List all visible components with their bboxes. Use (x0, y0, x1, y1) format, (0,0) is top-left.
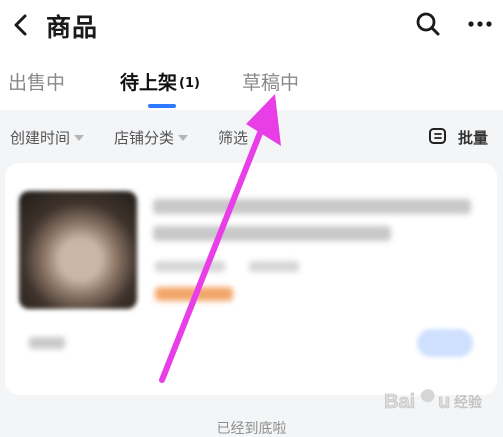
page-title: 商品 (46, 13, 99, 42)
batch-edit-icon[interactable] (428, 126, 448, 146)
top-bar: 商品 (0, 0, 503, 56)
svg-text:Bai: Bai (384, 391, 415, 413)
tab-on-sale[interactable]: 出售中 (8, 68, 65, 95)
status-tabs: 出售中 待上架 (1) 草稿中 (0, 56, 503, 110)
batch-button[interactable]: 批量 (458, 127, 488, 148)
blurred-footer-text (29, 337, 65, 349)
filter-label: 创建时间 (10, 129, 71, 147)
caret-down-icon (178, 135, 189, 141)
product-thumbnail[interactable] (19, 191, 137, 309)
filter-label: 筛选 (218, 129, 249, 147)
tab-drafts[interactable]: 草稿中 (242, 68, 299, 95)
tab-label: 草稿中 (242, 72, 300, 94)
active-tab-indicator (148, 104, 176, 108)
blurred-meta (249, 261, 299, 272)
product-card[interactable] (5, 163, 497, 395)
blurred-meta (155, 261, 225, 272)
tab-pending-listing[interactable]: 待上架 (1) (120, 68, 200, 95)
svg-text:经验: 经验 (454, 395, 482, 411)
svg-text:u: u (438, 391, 450, 413)
filter-button[interactable]: 筛选 (218, 127, 248, 148)
search-icon[interactable] (414, 10, 442, 38)
blurred-title-line (153, 226, 391, 241)
end-of-list-text: 已经到底啦 (216, 421, 287, 437)
blurred-price (155, 287, 233, 301)
filter-label: 店铺分类 (114, 129, 175, 147)
baidu-watermark-logo: Bai u 经验 (384, 389, 482, 413)
tab-count-badge: (1) (179, 76, 200, 91)
filter-store-category[interactable]: 店铺分类 (114, 127, 189, 148)
more-dots-icon[interactable] (467, 12, 493, 36)
blurred-action-button[interactable] (417, 329, 473, 357)
tab-label: 待上架 (120, 72, 178, 94)
filter-created-time[interactable]: 创建时间 (10, 127, 85, 148)
blurred-title-line (153, 199, 471, 214)
tab-label: 出售中 (8, 72, 66, 94)
chevron-left-icon[interactable] (10, 12, 32, 38)
caret-down-icon (74, 135, 85, 141)
